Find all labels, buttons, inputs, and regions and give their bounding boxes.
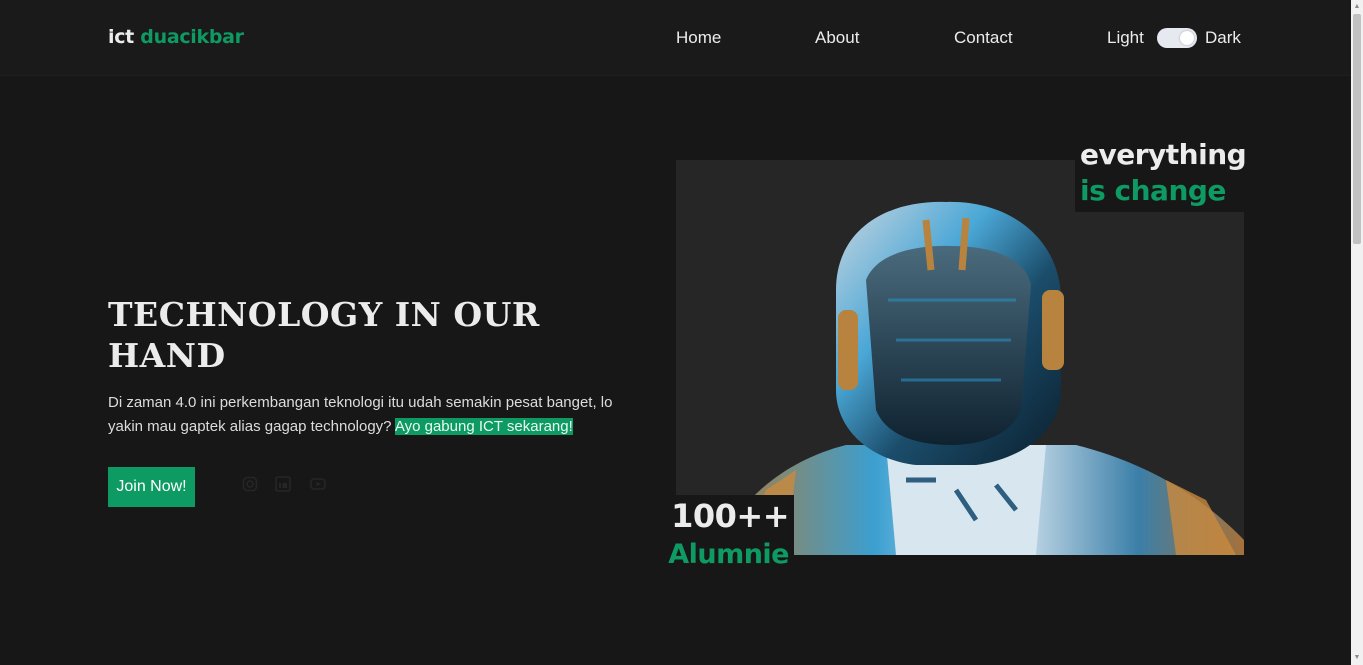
- brand-part-2: duacikbar: [140, 26, 244, 48]
- tag-bottom-line2: Alumnie: [668, 539, 789, 570]
- nav-home-link[interactable]: Home: [676, 28, 721, 48]
- hero-title: TECHNOLOGY IN OUR HAND: [108, 295, 540, 375]
- theme-dark-label: Dark: [1205, 28, 1241, 47]
- page-scrollbar[interactable]: ▲ ▼: [1351, 0, 1363, 665]
- scrollbar-thumb[interactable]: [1353, 14, 1361, 244]
- theme-light-label: Light: [1107, 28, 1144, 47]
- tag-bottom-line1: 100++: [671, 497, 789, 535]
- tag-top-line1: everything: [1080, 138, 1247, 171]
- image-tag-top: everything is change: [1075, 136, 1247, 212]
- scroll-down-arrow-icon[interactable]: ▼: [1353, 653, 1361, 663]
- theme-toggle[interactable]: [1157, 28, 1197, 48]
- nav-contact-link[interactable]: Contact: [954, 28, 1013, 48]
- image-tag-bottom: 100++ Alumnie: [664, 495, 794, 575]
- instagram-icon[interactable]: [242, 476, 258, 492]
- navbar: ict duacikbar Home About Contact Light D…: [0, 0, 1351, 76]
- brand-logo[interactable]: ict duacikbar: [108, 26, 244, 48]
- brand-part-1: ict: [108, 26, 134, 48]
- scroll-up-arrow-icon[interactable]: ▲: [1353, 2, 1361, 12]
- toggle-knob: [1180, 31, 1194, 45]
- hero-highlight: Ayo gabung ICT sekarang!: [394, 418, 573, 435]
- join-now-button[interactable]: Join Now!: [108, 467, 195, 507]
- hero-description: Di zaman 4.0 ini perkembangan teknologi …: [108, 391, 648, 439]
- youtube-icon[interactable]: [310, 476, 326, 492]
- tag-top-line2: is change: [1080, 174, 1226, 207]
- nav-about-link[interactable]: About: [815, 28, 859, 48]
- linkedin-icon[interactable]: [275, 476, 291, 492]
